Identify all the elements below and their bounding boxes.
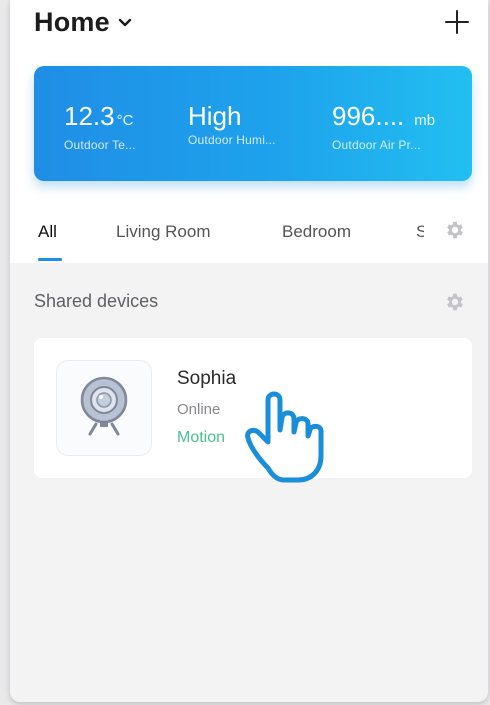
weather-humidity: High Outdoor Humi... [188,101,276,147]
weather-temperature: 12.3 °C Outdoor Te... [64,101,136,152]
active-tab-indicator [38,258,62,261]
camera-icon [80,376,128,436]
pressure-label: Outdoor Air Pr... [332,138,421,152]
app-screen: Home 12.3 °C Outdoor Te... High Outdoor H… [10,0,488,702]
pressure-unit: mb [414,112,436,129]
weather-card[interactable]: 12.3 °C Outdoor Te... High Outdoor Humi..… [34,66,472,181]
temperature-label: Outdoor Te... [64,138,136,152]
chevron-down-icon [118,18,132,27]
gear-icon[interactable] [444,291,466,313]
gear-icon[interactable] [444,219,466,241]
device-event: Motion [177,429,226,446]
tab-all[interactable]: All [38,222,57,242]
weather-air-pressure: 996.... mb Outdoor Air Pr... [332,101,435,152]
temperature-value: 12.3 [64,101,115,131]
tab-more[interactable]: S [416,222,424,242]
device-card[interactable]: Sophia Online Motion [34,338,472,478]
home-selector[interactable]: Home [34,7,132,38]
header: Home [34,4,472,40]
humidity-label: Outdoor Humi... [188,133,276,147]
humidity-value: High [188,101,242,131]
tab-living-room[interactable]: Living Room [116,222,211,242]
device-name: Sophia [177,368,237,389]
device-status: Online [177,401,221,418]
temperature-unit: °C [116,112,134,129]
tab-bedroom[interactable]: Bedroom [282,222,351,242]
home-title: Home [34,6,110,37]
device-thumbnail [56,360,152,456]
plus-icon[interactable] [442,7,472,37]
room-tabs: All Living Room Bedroom S [10,218,488,263]
section-title: Shared devices [34,291,159,311]
top-panel: Home 12.3 °C Outdoor Te... High Outdoor H… [10,0,488,263]
pressure-value: 996.... [332,101,405,131]
